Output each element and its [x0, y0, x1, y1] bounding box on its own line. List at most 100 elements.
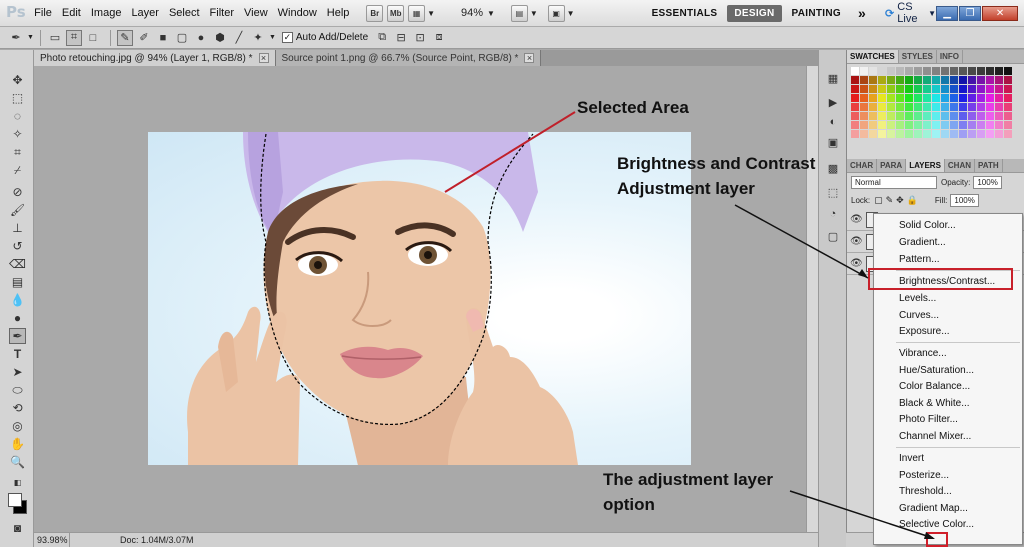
color-swatch[interactable]	[995, 94, 1003, 102]
menu-item-hue-saturation[interactable]: Hue/Saturation...	[899, 365, 974, 376]
status-zoom[interactable]: 93.98%	[34, 532, 70, 547]
color-swatch[interactable]	[914, 112, 922, 120]
color-swatch[interactable]	[959, 85, 967, 93]
color-swatch[interactable]	[968, 130, 976, 138]
color-swatch[interactable]	[905, 85, 913, 93]
color-swatch[interactable]	[851, 103, 859, 111]
freeform-pen-icon[interactable]: ✐	[136, 30, 152, 46]
color-swatch[interactable]	[887, 121, 895, 129]
color-swatch[interactable]	[959, 94, 967, 102]
color-swatch[interactable]	[851, 76, 859, 84]
tab-paragraph[interactable]: PARA	[877, 159, 907, 172]
color-swatch[interactable]	[950, 85, 958, 93]
color-swatch[interactable]	[860, 67, 868, 75]
pen-tool-icon[interactable]: ✒	[8, 30, 24, 46]
swatches-grid[interactable]	[847, 64, 1024, 141]
color-swatch[interactable]	[860, 112, 868, 120]
shape-tool-icon[interactable]: ⬭	[9, 382, 26, 398]
color-swatch[interactable]	[887, 112, 895, 120]
color-swatch[interactable]	[968, 67, 976, 75]
menu-item-black-white[interactable]: Black & White...	[899, 398, 970, 409]
color-swatch[interactable]	[878, 76, 886, 84]
history-icon[interactable]: ▦	[825, 70, 841, 86]
color-swatch[interactable]	[941, 76, 949, 84]
color-swatch[interactable]	[869, 76, 877, 84]
color-swatch[interactable]	[941, 67, 949, 75]
color-swatch[interactable]	[995, 112, 1003, 120]
color-swatch[interactable]	[860, 85, 868, 93]
tab-photo-retouching[interactable]: Photo retouching.jpg @ 94% (Layer 1, RGB…	[34, 50, 276, 66]
menu-item-pattern[interactable]: Pattern...	[899, 254, 940, 265]
color-swatch[interactable]	[986, 112, 994, 120]
color-swatch[interactable]	[932, 67, 940, 75]
zoom-tool-icon[interactable]: 🔍	[9, 454, 26, 470]
color-swatch[interactable]	[887, 103, 895, 111]
color-swatch[interactable]	[851, 67, 859, 75]
eye-icon[interactable]: 👁	[850, 236, 864, 247]
clone-stamp-tool-icon[interactable]: ⊥	[9, 220, 26, 236]
lasso-tool-icon[interactable]: ◌	[9, 108, 26, 124]
brush-presets-icon[interactable]: ▩	[825, 160, 841, 176]
menu-file[interactable]: File	[29, 7, 57, 19]
color-swatch[interactable]	[995, 130, 1003, 138]
default-colors-icon[interactable]: ◧	[9, 474, 26, 490]
color-swatch[interactable]	[941, 94, 949, 102]
color-swatch[interactable]	[905, 103, 913, 111]
paths-icon[interactable]: ⌗	[65, 29, 82, 46]
shape-layers-icon[interactable]: ▭	[47, 30, 63, 46]
menu-filter[interactable]: Filter	[205, 7, 239, 19]
color-swatch[interactable]	[941, 103, 949, 111]
color-swatch[interactable]	[932, 103, 940, 111]
color-swatch[interactable]	[950, 130, 958, 138]
color-swatch[interactable]	[950, 76, 958, 84]
color-swatch[interactable]	[932, 121, 940, 129]
tab-paths[interactable]: PATH	[975, 159, 1003, 172]
color-swatch[interactable]	[896, 67, 904, 75]
color-swatch[interactable]	[896, 130, 904, 138]
blend-mode-select[interactable]: Normal	[851, 175, 937, 189]
color-swatch[interactable]	[995, 103, 1003, 111]
subtract-path-icon[interactable]: ⊟	[393, 30, 409, 46]
color-swatch[interactable]	[923, 76, 931, 84]
color-swatch[interactable]	[1004, 94, 1012, 102]
pen-tool-icon[interactable]: ✒	[9, 328, 26, 344]
color-swatch[interactable]	[878, 103, 886, 111]
menu-item-color-balance[interactable]: Color Balance...	[899, 381, 970, 392]
color-swatch[interactable]	[887, 94, 895, 102]
tab-layers[interactable]: LAYERS	[906, 159, 945, 172]
fill-field[interactable]: 100%	[950, 193, 979, 207]
color-swatch[interactable]	[977, 121, 985, 129]
color-swatch[interactable]	[977, 130, 985, 138]
close-icon[interactable]: ×	[524, 53, 535, 63]
menu-item-exposure[interactable]: Exposure...	[899, 326, 950, 337]
color-swatch[interactable]	[986, 121, 994, 129]
actions-icon[interactable]: ▶	[825, 94, 841, 110]
color-swatch[interactable]	[1004, 103, 1012, 111]
color-swatch[interactable]	[869, 94, 877, 102]
color-swatch[interactable]	[986, 103, 994, 111]
color-swatch[interactable]	[878, 130, 886, 138]
restore-icon[interactable]: ❐	[959, 5, 982, 21]
color-swatch[interactable]	[977, 67, 985, 75]
menu-item-levels[interactable]: Levels...	[899, 293, 936, 304]
vertical-scrollbar[interactable]	[806, 66, 818, 532]
color-swatch[interactable]	[950, 121, 958, 129]
polygon-icon[interactable]: ⬢	[212, 30, 228, 46]
color-swatch[interactable]	[887, 130, 895, 138]
add-to-path-icon[interactable]: ⧉	[374, 30, 390, 46]
color-swatch[interactable]	[896, 76, 904, 84]
tab-source-point[interactable]: Source point 1.png @ 66.7% (Source Point…	[275, 50, 542, 66]
menu-item-gradient[interactable]: Gradient...	[899, 237, 946, 248]
color-swatch[interactable]	[905, 67, 913, 75]
color-swatch[interactable]	[851, 121, 859, 129]
color-swatch[interactable]	[995, 121, 1003, 129]
lock-icons[interactable]: ▢✎✥🔒	[874, 195, 921, 206]
color-swatch[interactable]	[977, 85, 985, 93]
color-swatch[interactable]	[869, 103, 877, 111]
color-swatch[interactable]	[986, 94, 994, 102]
color-swatch[interactable]	[869, 121, 877, 129]
chevron-down-icon[interactable]: ▼	[27, 34, 34, 41]
color-swatch[interactable]	[869, 112, 877, 120]
crop-tool-icon[interactable]: ⌗	[9, 144, 26, 160]
3d-orbit-tool-icon[interactable]: ◎	[9, 418, 26, 434]
